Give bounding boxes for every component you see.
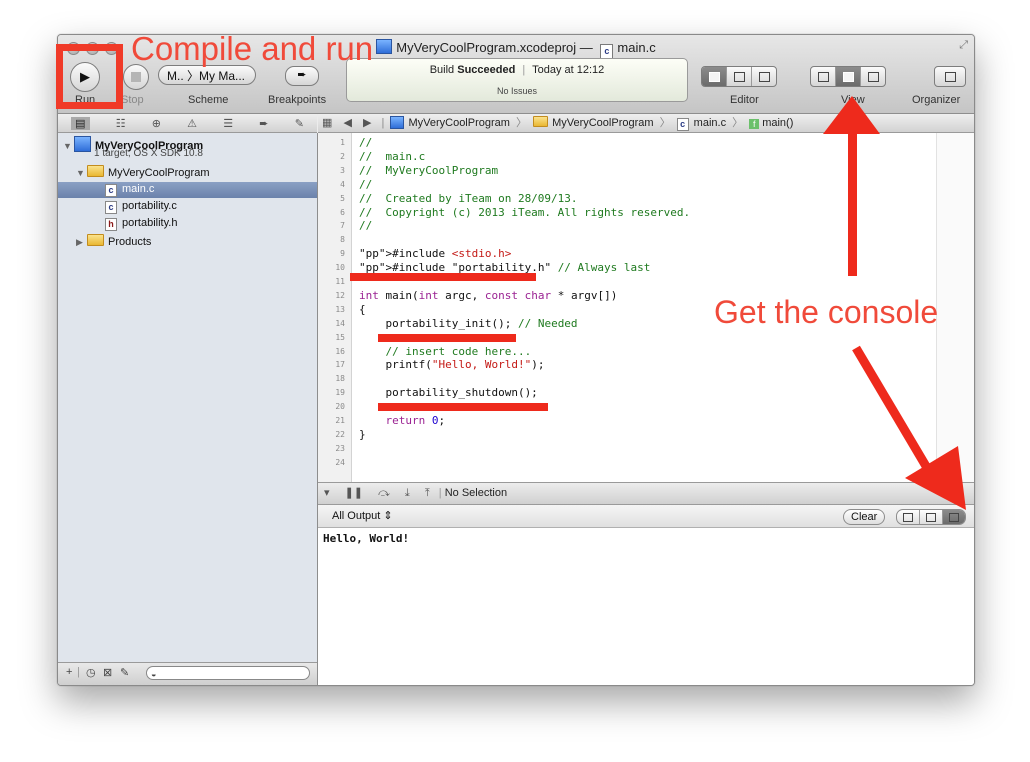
arrow-up-to-view-icon: [823, 96, 880, 276]
annotation-arrows: [823, 96, 966, 510]
arrow-down-to-console-icon: [852, 345, 966, 510]
